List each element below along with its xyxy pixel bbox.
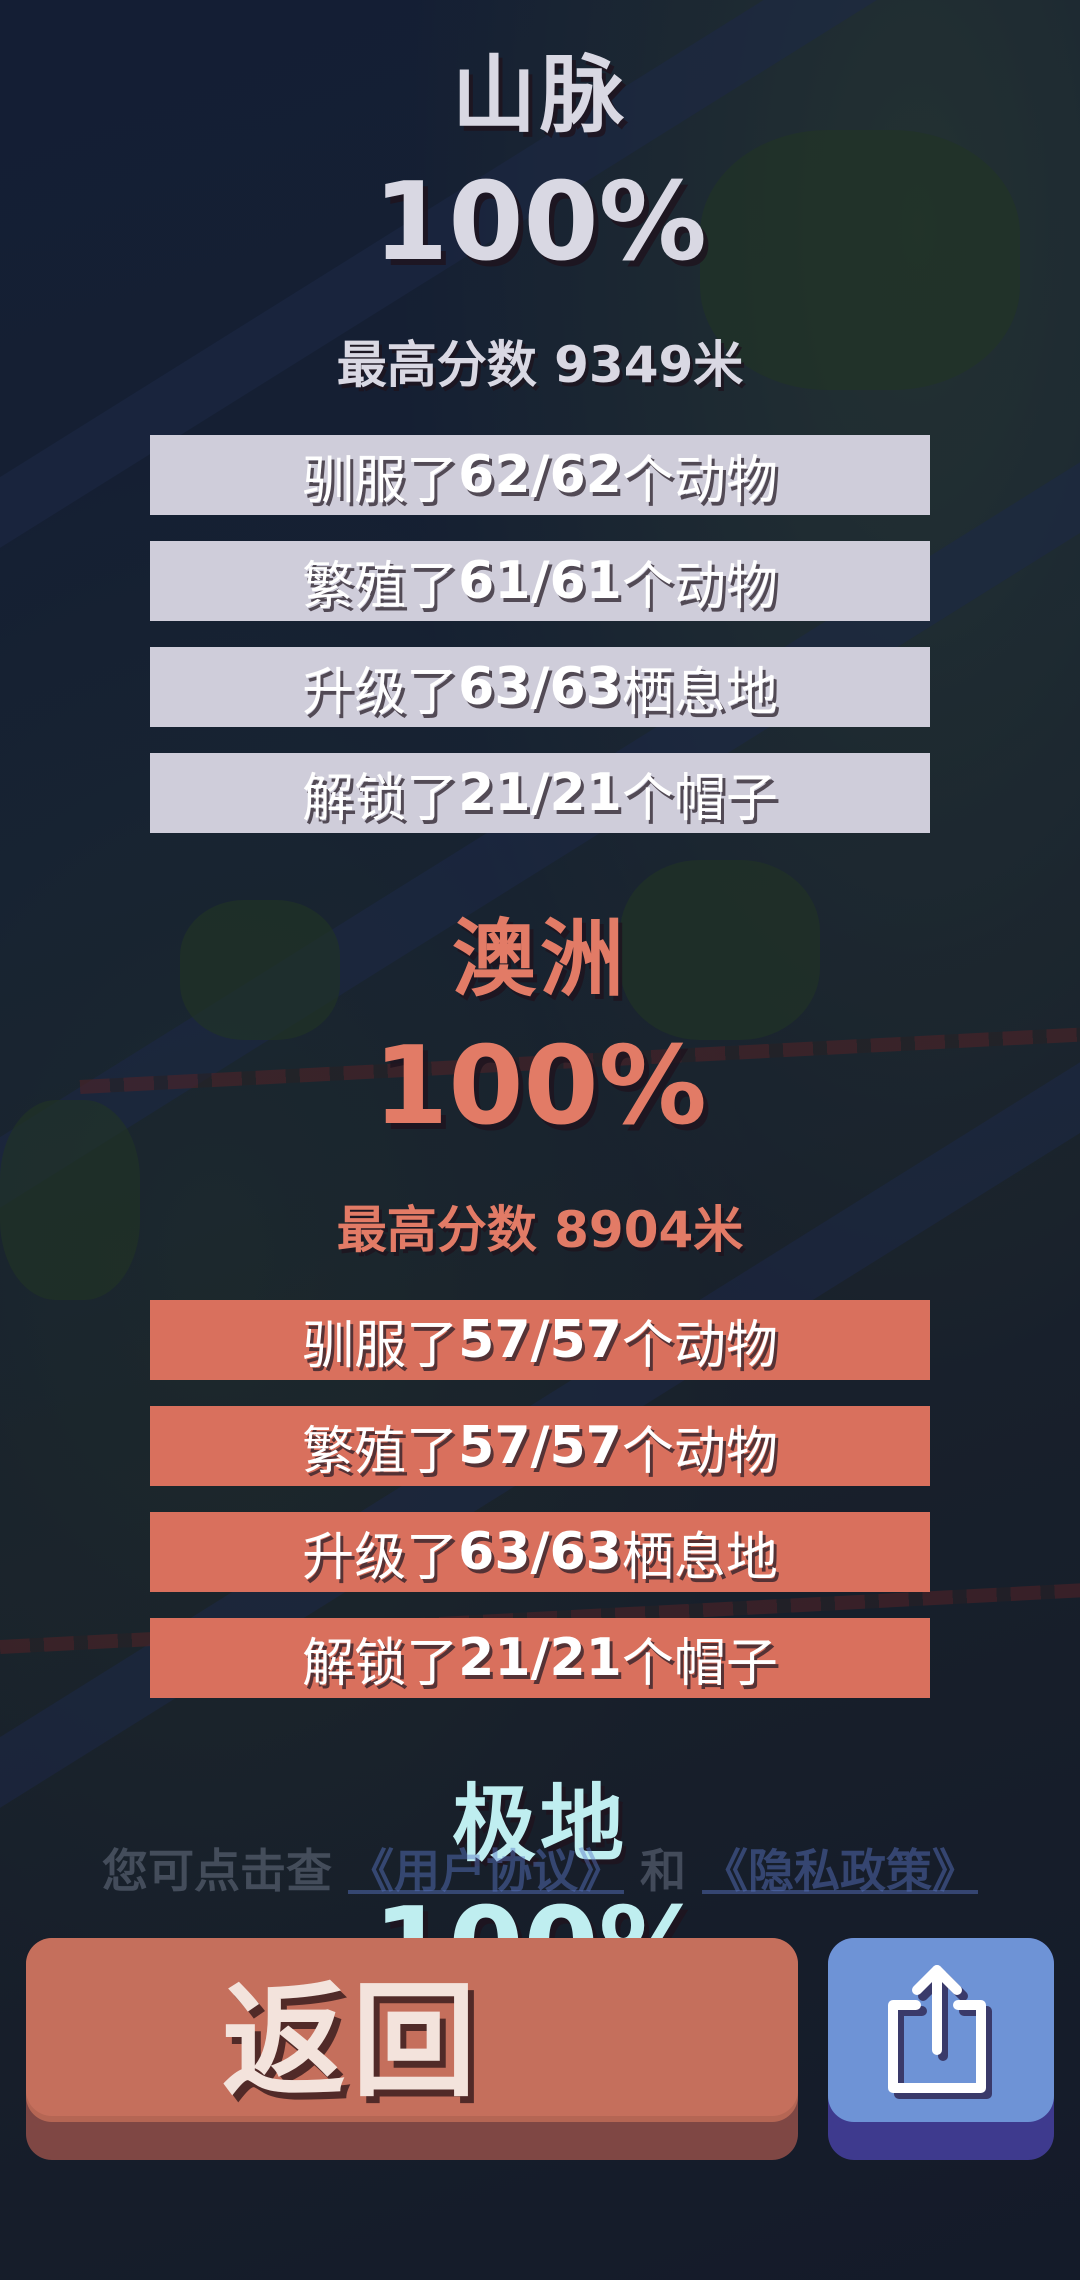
stat-value: 21/21 bbox=[458, 1628, 622, 1688]
stat-value: 61/61 bbox=[458, 551, 622, 611]
legal-text: 您可点击查 bbox=[101, 1844, 332, 1898]
stat-label: 驯服了 bbox=[302, 1315, 459, 1376]
stat-value: 63/63 bbox=[458, 657, 622, 717]
back-button-label: 返回 bbox=[221, 1970, 482, 2114]
game-screen: 山脉 100% 最高分数 9349米 驯服了 62/62 个动物 繁殖了 61/61 个… bbox=[0, 0, 1080, 2280]
stat-hats: 解锁了 21/21 个帽子 bbox=[150, 1618, 930, 1698]
privacy-link[interactable]: 《隐私政策》 bbox=[702, 1844, 978, 1898]
completion-percent: 100% bbox=[373, 160, 707, 285]
stat-value: 57/57 bbox=[458, 1416, 622, 1476]
stat-value: 63/63 bbox=[458, 1522, 622, 1582]
stat-label: 解锁了 bbox=[302, 768, 459, 829]
legal-text: 和 bbox=[640, 1844, 686, 1898]
stat-habitats: 升级了 63/63 栖息地 bbox=[150, 1512, 930, 1592]
stat-label: 驯服了 bbox=[302, 450, 459, 511]
stat-tamed: 驯服了 57/57 个动物 bbox=[150, 1300, 930, 1380]
legal-notice: 您可点击查 《用户协议》 和 《隐私政策》 bbox=[0, 1835, 1080, 1901]
stat-hats: 解锁了 21/21 个帽子 bbox=[150, 753, 930, 833]
stat-label: 个动物 bbox=[621, 556, 778, 617]
share-button[interactable] bbox=[828, 1938, 1054, 2160]
stat-value: 21/21 bbox=[458, 763, 622, 823]
stat-label: 升级了 bbox=[302, 662, 459, 723]
stat-label: 个帽子 bbox=[621, 768, 778, 829]
stat-label: 个帽子 bbox=[621, 1633, 778, 1694]
stat-label: 个动物 bbox=[621, 1421, 778, 1482]
stat-bred: 繁殖了 61/61 个动物 bbox=[150, 541, 930, 621]
stat-label: 个动物 bbox=[621, 450, 778, 511]
share-button-face bbox=[828, 1938, 1054, 2122]
stat-habitats: 升级了 63/63 栖息地 bbox=[150, 647, 930, 727]
best-score: 最高分数 8904米 bbox=[336, 1201, 744, 1259]
back-button[interactable]: 返回 bbox=[26, 1938, 798, 2160]
stat-label: 升级了 bbox=[302, 1527, 459, 1588]
region-title: 澳洲 bbox=[451, 910, 628, 1008]
stat-label: 解锁了 bbox=[302, 1633, 459, 1694]
region-title: 山脉 bbox=[451, 46, 628, 144]
stat-label: 栖息地 bbox=[621, 662, 778, 723]
stat-label: 繁殖了 bbox=[302, 1421, 459, 1482]
stat-label: 繁殖了 bbox=[302, 556, 459, 617]
share-icon bbox=[888, 1965, 992, 2099]
stat-value: 62/62 bbox=[458, 445, 622, 505]
stat-bred: 繁殖了 57/57 个动物 bbox=[150, 1406, 930, 1486]
stat-tamed: 驯服了 62/62 个动物 bbox=[150, 435, 930, 515]
stat-value: 57/57 bbox=[458, 1310, 622, 1370]
completion-percent: 100% bbox=[373, 1024, 707, 1149]
stat-label: 栖息地 bbox=[621, 1527, 778, 1588]
terms-link[interactable]: 《用户协议》 bbox=[348, 1844, 624, 1898]
back-button-face: 返回 bbox=[26, 1938, 798, 2122]
stat-label: 个动物 bbox=[621, 1315, 778, 1376]
best-score: 最高分数 9349米 bbox=[336, 336, 744, 394]
